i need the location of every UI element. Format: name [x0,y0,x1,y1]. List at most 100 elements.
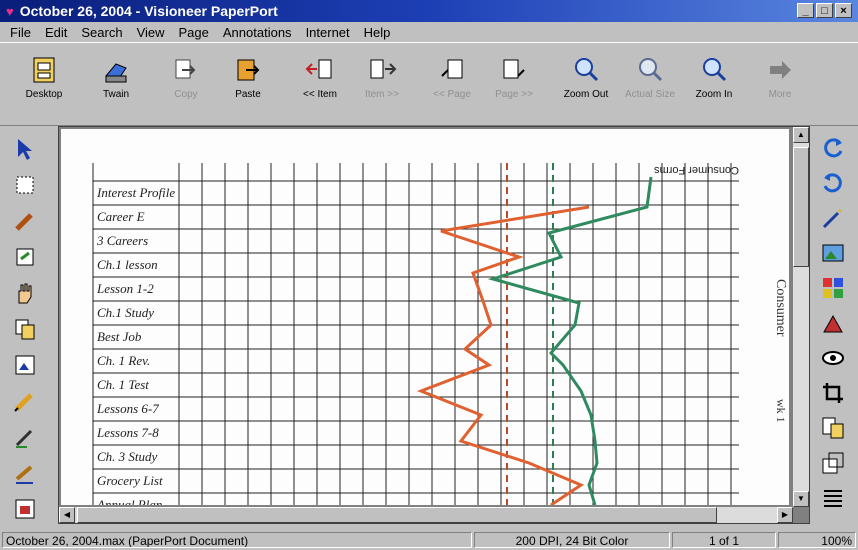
zoom-out-button[interactable]: Zoom Out [556,55,616,115]
status-filename: October 26, 2004.max (PaperPort Document… [2,532,472,548]
straighten-tool[interactable] [817,413,849,445]
close-button[interactable]: × [835,3,852,18]
menu-page[interactable]: Page [179,25,209,40]
row-label: Best Job [97,329,142,344]
palette-tool[interactable] [817,273,849,305]
picture-icon [13,353,37,380]
horizontal-scroll-thumb[interactable] [77,507,717,523]
palette-icon [820,275,846,304]
previous-item-label: << Item [303,89,337,100]
pointer-tool[interactable] [9,134,41,166]
document-page: Consumer Forms Interest Profile Career E 3… [61,129,789,505]
green-line-series [487,176,653,505]
note-tool[interactable] [9,242,41,274]
more-label: More [768,89,792,100]
row-label: Lessons 6-7 [96,401,159,416]
pen-tool[interactable] [9,422,41,454]
crop-tool[interactable] [817,378,849,410]
sharpen-icon [820,310,846,339]
deskew-tool[interactable] [817,483,849,515]
sharpen-tool[interactable] [817,308,849,340]
red-eye-tool[interactable] [817,343,849,375]
pencil-tool[interactable] [9,386,41,418]
menu-edit[interactable]: Edit [45,25,67,40]
menu-annotations[interactable]: Annotations [223,25,292,40]
desktop-button[interactable]: Desktop [14,55,74,115]
menu-bar: File Edit Search View Page Annotations I… [0,22,858,42]
maximize-button[interactable]: □ [816,3,833,18]
zoom-in-button[interactable]: Zoom In [684,55,744,115]
enhance-tool[interactable] [817,203,849,235]
magnifier-minus-icon [571,55,601,85]
actual-size-button[interactable]: Actual Size [620,55,680,115]
twain-button[interactable]: Twain [86,55,146,115]
scroll-left-button[interactable]: ◀ [59,507,75,523]
paste-icon [233,55,263,85]
next-item-button[interactable]: Item >> [352,55,412,115]
desktop-label: Desktop [25,89,63,100]
scanned-grid-chart: Consumer Forms Interest Profile Career E 3… [92,163,788,505]
copy-button[interactable]: Copy [156,55,216,115]
next-item-icon [367,55,397,85]
pan-tool[interactable] [9,278,41,310]
horizontal-scrollbar[interactable]: ◀ ▶ [59,507,793,523]
menu-help[interactable]: Help [364,25,391,40]
select-area-tool[interactable] [9,170,41,202]
paste-label: Paste [235,89,261,100]
resize-icon [820,450,846,479]
scroll-down-button[interactable]: ▼ [793,491,809,507]
zoom-out-label: Zoom Out [563,89,609,100]
zoom-in-label: Zoom In [695,89,733,100]
scroll-right-button[interactable]: ▶ [777,507,793,523]
highlighter-tool[interactable] [9,206,41,238]
status-bar: October 26, 2004.max (PaperPort Document… [0,530,858,550]
previous-page-icon [437,55,467,85]
menu-internet[interactable]: Internet [306,25,350,40]
pencil-icon [13,389,37,416]
next-item-label: Item >> [365,89,399,100]
scroll-up-button[interactable]: ▲ [793,127,809,143]
row-label: Grocery List [97,473,163,488]
minimize-button[interactable]: _ [797,3,814,18]
row-label: Ch. 1 Test [97,377,149,392]
toolbar: Desktop Twain Copy Paste << Item Item >>… [0,42,858,126]
left-toolbar [6,130,44,530]
resize-tool[interactable] [817,448,849,480]
paperport-logo-icon: ♥ [6,3,14,19]
rotate-counterclockwise-tool[interactable] [817,168,849,200]
row-label: Ch.1 Study [97,305,154,320]
line-tool[interactable] [9,458,41,490]
row-label: 3 Careers [96,233,148,248]
more-button[interactable]: More [750,55,810,115]
color-adjust-tool[interactable] [817,238,849,270]
marquee-icon [14,174,36,199]
previous-item-button[interactable]: << Item [290,55,350,115]
side-note-2: wk 1 [774,399,788,423]
document-straighten-icon [820,415,846,444]
copy-label: Copy [174,89,198,100]
row-label: Ch. 3 Study [97,449,158,464]
menu-file[interactable]: File [10,25,31,40]
right-toolbar [810,130,856,530]
status-resolution: 200 DPI, 24 Bit Color [474,532,670,548]
copy-text-tool[interactable] [9,314,41,346]
copy-icon [171,55,201,85]
document-viewer[interactable]: Consumer Forms Interest Profile Career E 3… [58,126,810,524]
crop-icon [820,380,846,409]
row-label: Ch.1 lesson [97,257,158,272]
menu-search[interactable]: Search [81,25,122,40]
rotate-clockwise-tool[interactable] [817,133,849,165]
vertical-scrollbar[interactable]: ▲ ▼ [793,127,809,507]
previous-page-button[interactable]: << Page [422,55,482,115]
title-bar: ♥ October 26, 2004 - Visioneer PaperPort… [0,0,858,22]
row-label: Ch. 1 Rev. [97,353,150,368]
stamp-tool[interactable] [9,494,41,526]
paste-button[interactable]: Paste [218,55,278,115]
image-tool[interactable] [9,350,41,382]
next-page-label: Page >> [495,89,533,100]
lines-icon [820,485,846,514]
next-page-button[interactable]: Page >> [484,55,544,115]
magnifier-icon [635,55,665,85]
vertical-scroll-thumb[interactable] [793,147,809,267]
menu-view[interactable]: View [137,25,165,40]
